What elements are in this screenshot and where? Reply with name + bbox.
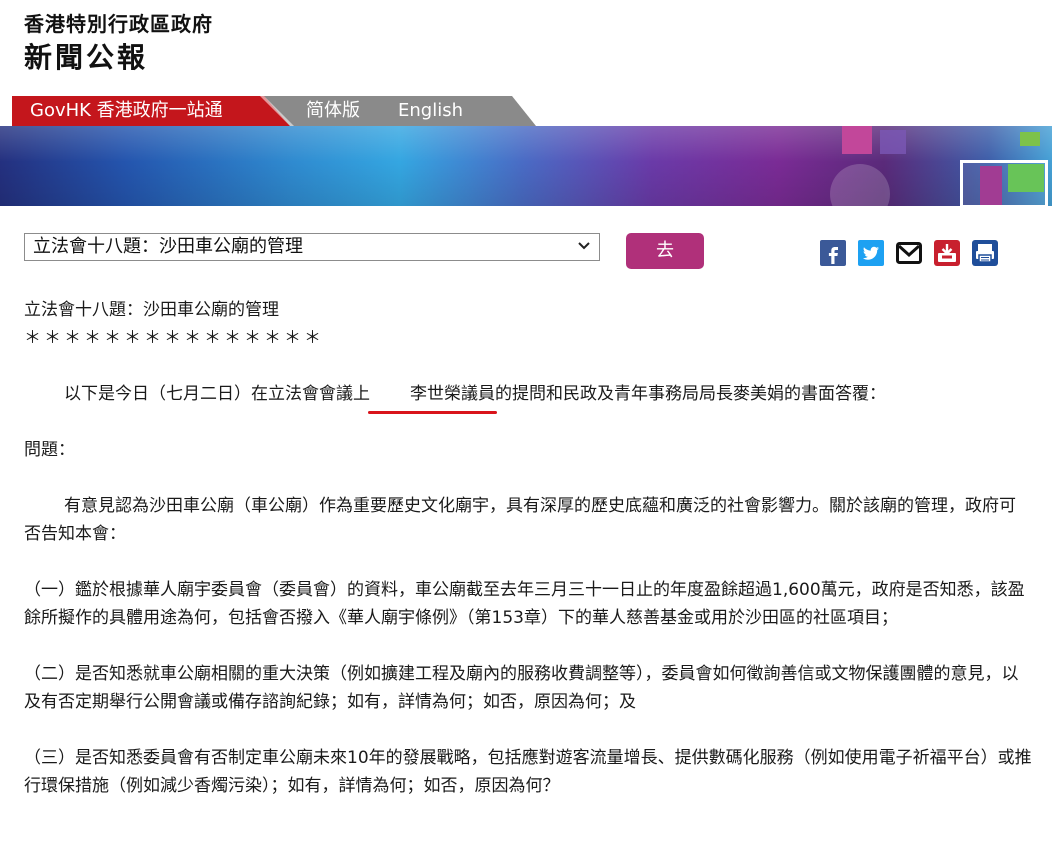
article-body: 立法會十八題：沙田車公廟的管理 ＊＊＊＊＊＊＊＊＊＊＊＊＊＊＊ 以下是今日（七月… bbox=[24, 296, 1032, 800]
selected-release: 立法會十八題：沙田車公廟的管理 bbox=[33, 236, 303, 257]
question-part-3: （三）是否知悉委員會有否制定車公廟未來10年的發展戰略，包括應對遊客流量增長、提… bbox=[24, 748, 1032, 796]
legislator-name: 李世榮議員 bbox=[368, 380, 497, 414]
simplified-chinese-link[interactable]: 简体版 bbox=[306, 100, 360, 122]
intro-text-before: 以下是今日（七月二日）在立法會會議上 bbox=[64, 384, 370, 404]
banner-square bbox=[1020, 132, 1040, 146]
title-separator: ＊＊＊＊＊＊＊＊＊＊＊＊＊＊＊ bbox=[24, 328, 324, 348]
question-part-2: （二）是否知悉就車公廟相關的重大決策（例如擴建工程及廟內的服務收費調整等），委員… bbox=[24, 664, 1019, 712]
print-icon bbox=[972, 240, 998, 266]
intro-paragraph: 以下是今日（七月二日）在立法會會議上 李世榮議員 的提問和民政及青年事務局局長麥美娟… bbox=[24, 380, 1032, 414]
intro-text-after: 的提問和民政及青年事務局局長麥美娟的書面答覆： bbox=[495, 384, 886, 404]
facebook-share-button[interactable] bbox=[820, 240, 846, 266]
go-button[interactable]: 去 bbox=[626, 233, 704, 269]
question-part-1: （一）鑑於根據華人廟宇委員會（委員會）的資料，車公廟截至去年三月三十一日止的年度… bbox=[24, 580, 1025, 628]
twitter-share-button[interactable] bbox=[858, 240, 884, 266]
red-underline bbox=[368, 411, 497, 414]
chevron-down-icon bbox=[578, 242, 590, 250]
press-release-select[interactable]: 立法會十八題：沙田車公廟的管理 bbox=[24, 233, 600, 261]
masthead: 香港特別行政區政府 新聞公報 bbox=[24, 12, 213, 76]
government-name: 香港特別行政區政府 bbox=[24, 12, 213, 36]
email-share-button[interactable] bbox=[896, 240, 922, 266]
header-banner bbox=[0, 126, 1052, 206]
article-title: 立法會十八題：沙田車公廟的管理 bbox=[24, 300, 279, 320]
top-navigation: GovHK 香港政府一站通 简体版 English bbox=[12, 96, 536, 126]
banner-square bbox=[880, 130, 906, 154]
legislator-name-text: 李世榮議員 bbox=[410, 384, 495, 404]
mail-icon bbox=[896, 242, 922, 264]
twitter-icon bbox=[858, 240, 884, 266]
press-release-title: 新聞公報 bbox=[24, 41, 149, 74]
download-icon bbox=[934, 240, 960, 266]
govhk-link[interactable]: GovHK 香港政府一站通 bbox=[30, 100, 223, 122]
banner-frame bbox=[960, 160, 1048, 206]
print-button[interactable] bbox=[972, 240, 998, 266]
banner-square bbox=[842, 126, 872, 154]
facebook-icon bbox=[820, 240, 846, 266]
english-link[interactable]: English bbox=[398, 100, 463, 122]
question-body: 有意見認為沙田車公廟（車公廟）作為重要歷史文化廟宇，具有深厚的歷史底蘊和廣泛的社… bbox=[24, 496, 1016, 544]
question-label: 問題： bbox=[24, 440, 75, 460]
download-button[interactable] bbox=[934, 240, 960, 266]
